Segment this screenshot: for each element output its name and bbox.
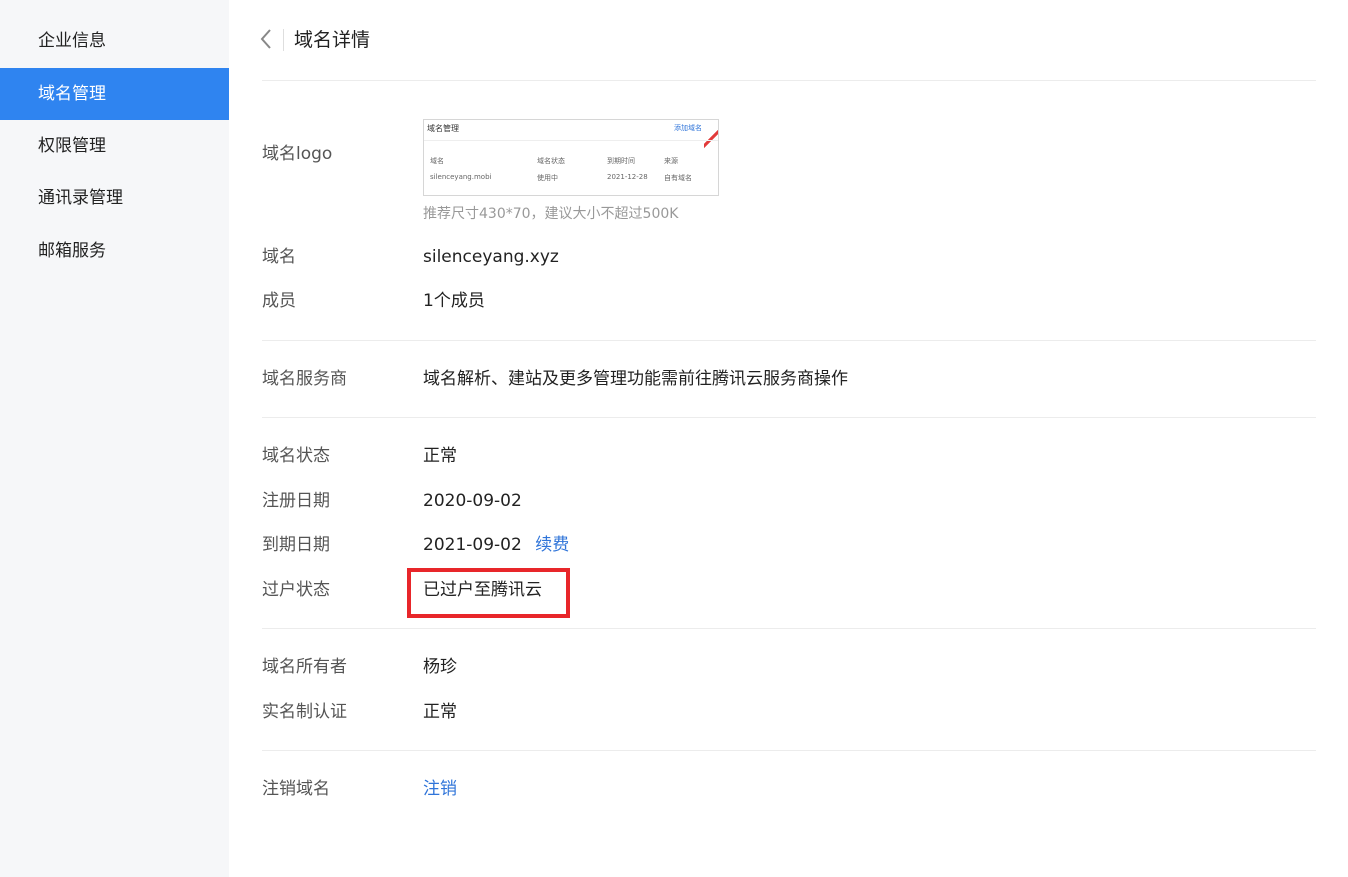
renew-link[interactable]: 续费	[535, 535, 569, 555]
sidebar-item-permission-management[interactable]: 权限管理	[0, 120, 229, 172]
sidebar-item-contacts-management[interactable]: 通讯录管理	[0, 172, 229, 224]
page-title: 域名详情	[294, 29, 371, 51]
logo-thumb-divider	[424, 140, 718, 141]
expiry-date-row: 2021-09-02 续费	[423, 534, 569, 556]
logo-size-hint: 推荐尺寸430*70，建议大小不超过500K	[423, 206, 679, 222]
sidebar: 企业信息 域名管理 权限管理 通讯录管理 邮箱服务	[0, 0, 229, 877]
highlight-box	[407, 568, 570, 618]
sidebar-item-domain-management[interactable]: 域名管理	[0, 68, 229, 120]
page-header: 域名详情	[260, 0, 1316, 81]
real-name-auth-label: 实名制认证	[262, 702, 347, 722]
registration-date-value: 2020-09-02	[423, 491, 522, 511]
logo-thumb-col: 域名	[430, 157, 444, 165]
owner-label: 域名所有者	[262, 657, 347, 677]
sidebar-item-enterprise-info[interactable]: 企业信息	[0, 15, 229, 67]
logo-thumb-add: 添加域名	[674, 124, 702, 132]
logo-thumb-stripe	[704, 122, 718, 152]
cancel-domain-link[interactable]: 注销	[423, 778, 457, 800]
logo-thumb-col: 到期时间	[607, 157, 635, 165]
domain-value: silenceyang.xyz	[423, 247, 559, 267]
logo-thumb-cell: 使用中	[537, 174, 558, 182]
logo-thumb-cell: 自有域名	[664, 174, 692, 182]
back-button[interactable]	[256, 25, 280, 53]
real-name-auth-value: 正常	[423, 702, 457, 722]
logo-thumb-col: 来源	[664, 157, 678, 165]
domain-label: 域名	[262, 247, 296, 267]
section-divider	[262, 628, 1316, 629]
members-label: 成员	[262, 291, 296, 311]
logo-thumb-cell: 2021-12-28	[607, 173, 648, 181]
logo-label: 域名logo	[262, 144, 333, 164]
logo-image[interactable]: 域名管理 添加域名 域名 域名状态 到期时间 来源 silenceyang.mo…	[423, 119, 719, 196]
logo-thumb-col: 域名状态	[537, 157, 565, 165]
owner-value: 杨珍	[423, 657, 457, 677]
expiry-date-value: 2021-09-02	[423, 535, 522, 555]
transfer-status-label: 过户状态	[262, 580, 330, 600]
section-divider	[262, 340, 1316, 341]
logo-thumb-data-row: silenceyang.mobi 使用中 2021-12-28 自有域名	[424, 173, 718, 183]
chevron-left-icon	[260, 29, 271, 49]
expiry-date-label: 到期日期	[262, 535, 330, 555]
header-divider	[283, 29, 284, 51]
provider-value: 域名解析、建站及更多管理功能需前往腾讯云服务商操作	[423, 369, 848, 389]
sidebar-item-mail-service[interactable]: 邮箱服务	[0, 225, 229, 277]
logo-thumb-cell: silenceyang.mobi	[430, 173, 492, 181]
section-divider	[262, 417, 1316, 418]
cancel-domain-label: 注销域名	[262, 779, 330, 799]
registration-date-label: 注册日期	[262, 491, 330, 511]
domain-status-label: 域名状态	[262, 446, 330, 466]
domain-status-value: 正常	[423, 446, 457, 466]
provider-label: 域名服务商	[262, 369, 347, 389]
section-divider	[262, 750, 1316, 751]
logo-thumb-title: 域名管理	[427, 124, 459, 133]
members-value: 1个成员	[423, 291, 485, 311]
logo-thumb-header-row: 域名 域名状态 到期时间 来源	[424, 156, 718, 166]
